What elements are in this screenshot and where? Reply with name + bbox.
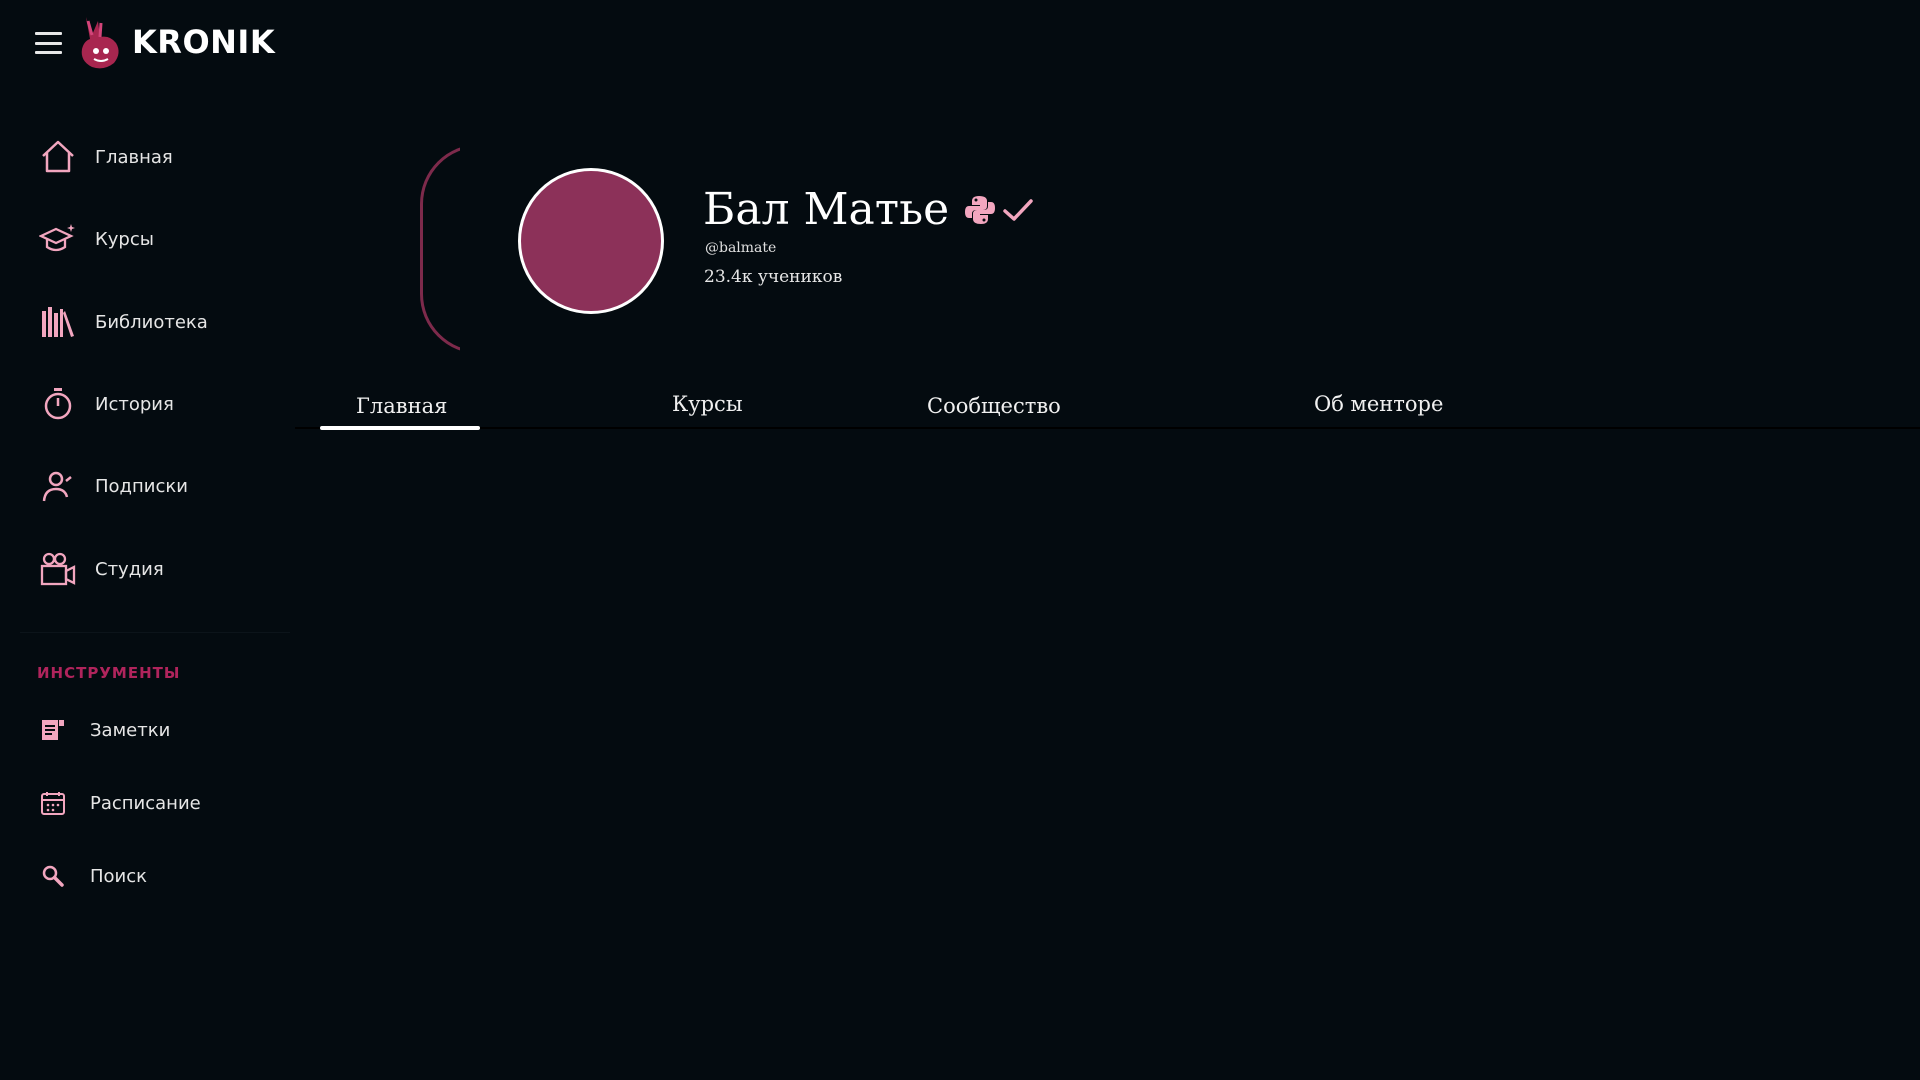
profile-badges xyxy=(963,193,1035,227)
python-icon xyxy=(965,195,996,224)
checkmark-icon xyxy=(1003,198,1033,221)
bunny-logo-icon xyxy=(81,17,119,69)
profile-handle: @balmate xyxy=(705,240,777,256)
profile-name: Бал Матье xyxy=(703,184,950,235)
sidebar-item-studio[interactable]: Студия xyxy=(38,544,164,594)
sidebar-item-history[interactable]: История xyxy=(38,379,174,429)
tab-home[interactable]: Главная xyxy=(356,394,447,418)
profile-name-row: Бал Матье xyxy=(703,184,1035,235)
tabs-divider xyxy=(295,427,1920,429)
library-icon xyxy=(38,302,78,342)
sidebar-item-label: История xyxy=(95,393,174,415)
logo-text: KRONIK xyxy=(132,23,276,61)
sidebar-item-courses[interactable]: Курсы xyxy=(38,214,154,264)
sidebar-item-label: Подписки xyxy=(95,475,188,497)
sidebar-divider xyxy=(20,632,290,633)
camera-icon xyxy=(38,549,78,589)
notes-icon xyxy=(38,710,68,750)
sidebar-item-search[interactable]: Поиск xyxy=(38,851,147,901)
hamburger-icon[interactable] xyxy=(35,32,62,54)
sidebar-item-notes[interactable]: Заметки xyxy=(38,705,170,755)
sidebar-item-label: Заметки xyxy=(90,719,171,741)
tab-about-mentor[interactable]: Об менторе xyxy=(1314,392,1443,416)
sidebar-item-library[interactable]: Библиотека xyxy=(38,297,208,347)
top-header: KRONIK xyxy=(0,0,1920,88)
profile-followers: 23.4к учеников xyxy=(704,267,843,287)
graduation-cap-icon xyxy=(38,219,78,259)
sidebar: Главная Курсы Библиотека История Подписк… xyxy=(0,88,295,1080)
search-icon xyxy=(38,856,68,896)
stopwatch-icon xyxy=(38,384,78,424)
sidebar-item-subscriptions[interactable]: Подписки xyxy=(38,461,188,511)
tab-courses[interactable]: Курсы xyxy=(672,392,743,416)
calendar-icon xyxy=(38,783,68,823)
sidebar-item-label: Поиск xyxy=(90,865,148,887)
sidebar-item-schedule[interactable]: Расписание xyxy=(38,778,201,828)
logo[interactable]: KRONIK xyxy=(74,12,275,72)
user-icon xyxy=(38,466,78,506)
home-icon xyxy=(38,137,78,177)
sidebar-item-label: Библиотека xyxy=(95,311,208,333)
sidebar-item-home[interactable]: Главная xyxy=(38,132,173,182)
sidebar-item-label: Студия xyxy=(95,558,164,580)
active-tab-indicator xyxy=(320,426,480,430)
sidebar-item-label: Курсы xyxy=(95,228,154,250)
tools-section-title: ИНСТРУМЕНТЫ xyxy=(37,664,181,682)
sidebar-item-label: Расписание xyxy=(90,792,201,814)
tab-community[interactable]: Сообщество xyxy=(927,394,1061,418)
sidebar-item-label: Главная xyxy=(95,146,173,168)
avatar[interactable] xyxy=(518,168,664,314)
